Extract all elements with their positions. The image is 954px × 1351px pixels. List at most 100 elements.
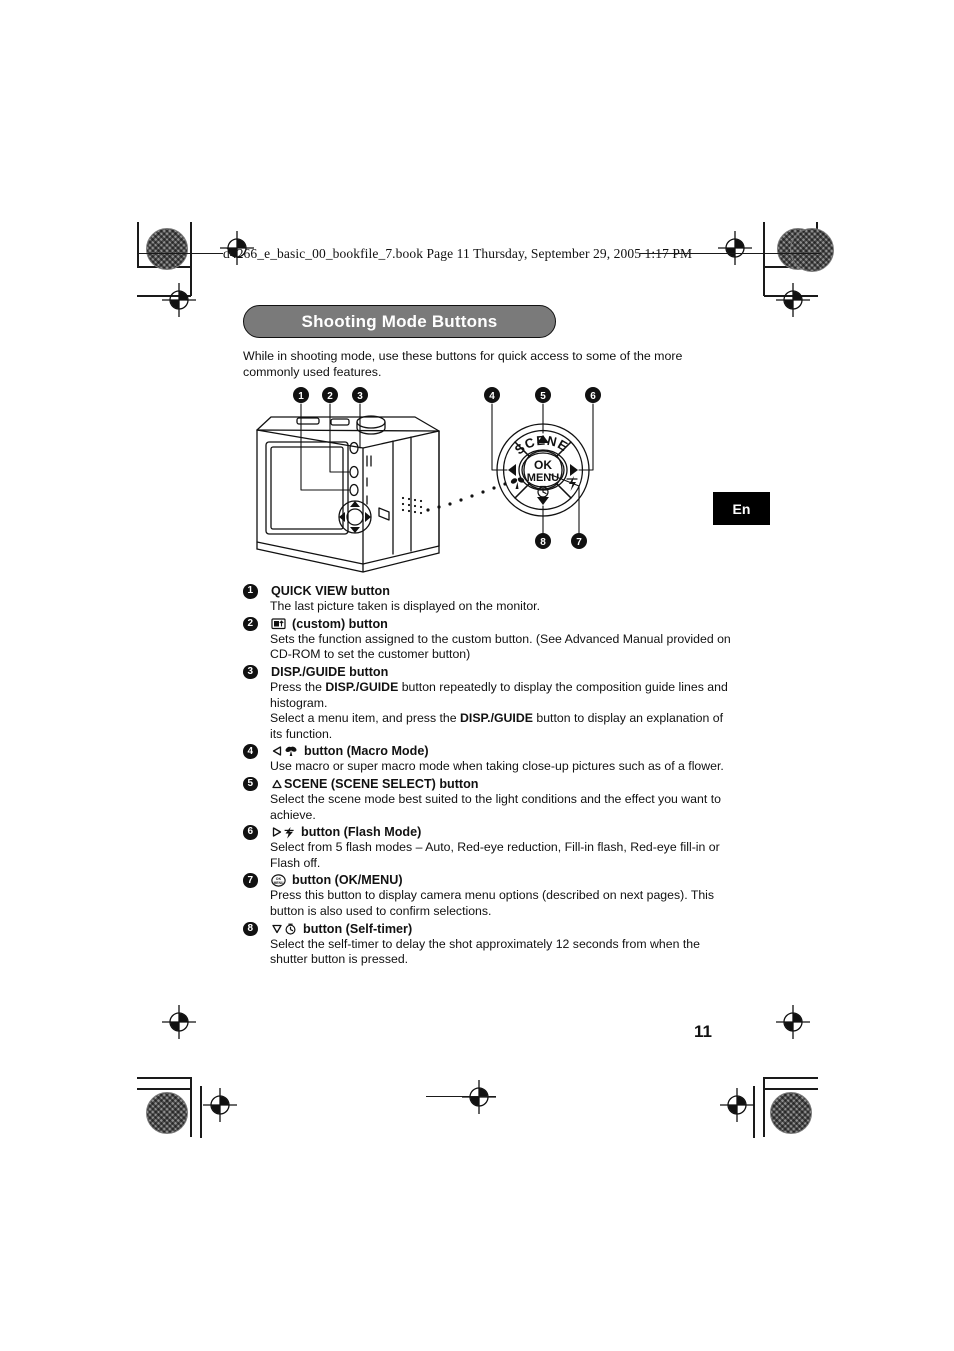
item-body-3a: Press the DISP./GUIDE button repeatedly …	[270, 680, 736, 711]
list-item-4: 4 button (Macro Mode) Use macro or super…	[243, 743, 724, 775]
crop-mark	[190, 1077, 192, 1137]
list-item-7: 7 OK MENU button (OK/MENU) Press this but…	[243, 872, 714, 919]
halftone-dot	[770, 1092, 812, 1134]
svg-text:6: 6	[590, 391, 596, 402]
macro-flower-icon	[510, 477, 525, 490]
list-item-3: 3 DISP./GUIDE button Press the DISP./GUI…	[243, 664, 728, 742]
page-title: Shooting Mode Buttons	[301, 311, 498, 331]
print-header-slug: d4266_e_basic_00_bookfile_7.book Page 11…	[223, 246, 693, 261]
registration-target	[776, 283, 810, 317]
custom-button-icon	[271, 617, 286, 630]
page-number: 11	[694, 1022, 712, 1041]
svg-text:2: 2	[327, 391, 333, 402]
svg-text:SCENE: SCENE	[512, 433, 571, 458]
registration-target	[720, 1088, 754, 1122]
item-heading-text: QUICK VIEW button	[271, 584, 390, 599]
item-heading-8: button (Self-timer)	[271, 921, 713, 937]
item-heading-5: SCENE (SCENE SELECT) button	[271, 776, 713, 792]
body-pre: Select a menu item, and press the	[270, 711, 461, 726]
registration-target	[203, 1088, 237, 1122]
control-pad-detail: SCENE OK MENU	[496, 423, 590, 517]
svg-text:5: 5	[540, 391, 546, 402]
registration-target	[162, 283, 196, 317]
list-item-2: 2 (custom) button Sets the function assi…	[243, 616, 731, 663]
badge-1: 1	[243, 584, 258, 599]
crop-mark	[763, 1077, 765, 1137]
svg-text:OK: OK	[534, 458, 552, 472]
item-heading-text: button (OK/MENU)	[292, 873, 403, 888]
ok-menu-button-icon: OK MENU	[271, 874, 286, 887]
badge-7: 7	[243, 873, 258, 888]
list-item-1: 1 QUICK VIEW button The last picture tak…	[243, 583, 713, 615]
halftone-dot	[146, 1092, 188, 1134]
self-timer-icon	[284, 922, 297, 935]
svg-text:MENU: MENU	[274, 881, 284, 885]
slug-rule	[137, 253, 223, 255]
crop-mark	[137, 1077, 192, 1079]
item-heading-2: (custom) button	[271, 616, 713, 632]
crop-mark	[200, 1086, 202, 1138]
badge-5: 5	[243, 776, 258, 792]
slug-rule	[640, 253, 820, 255]
item-body-6: Select from 5 flash modes – Auto, Red-ey…	[270, 840, 720, 870]
camera-figure: 1 2 3 4 5 6 8 7 SCENE OK MENU	[243, 386, 713, 581]
button-list: 1 QUICK VIEW button The last picture tak…	[243, 583, 731, 968]
crop-mark	[763, 222, 765, 296]
crop-mark	[137, 222, 139, 268]
list-item-8: 8 button (Self-timer) Select the self-ti…	[243, 921, 713, 968]
item-heading-4: button (Macro Mode)	[271, 743, 713, 759]
body-pre: Press the	[270, 679, 326, 694]
section-title-banner: Shooting Mode Buttons	[243, 305, 556, 338]
svg-text:8: 8	[540, 537, 546, 548]
halftone-dot	[146, 228, 188, 270]
crop-mark	[763, 1088, 818, 1090]
item-body-2: Sets the function assigned to the custom…	[270, 631, 731, 662]
registration-target	[718, 231, 752, 265]
crop-mark	[137, 1088, 192, 1090]
intro-paragraph: While in shooting mode, use these button…	[243, 349, 683, 379]
item-heading-text: SCENE (SCENE SELECT) button	[284, 776, 479, 791]
svg-text:MENU: MENU	[527, 472, 559, 484]
list-item-5: 5 SCENE (SCENE SELECT) button Select the…	[243, 776, 721, 823]
triangle-right-icon	[271, 826, 283, 838]
language-tab: En	[713, 492, 770, 525]
callout-badges: 1 2 3 4 5 6 8 7	[293, 387, 601, 550]
macro-flower-icon	[284, 745, 298, 757]
item-body-5: Select the scene mode best suited to the…	[270, 791, 721, 822]
item-heading-text: button (Flash Mode)	[301, 825, 422, 840]
item-body-3b: Select a menu item, and press the DISP./…	[270, 711, 736, 742]
item-body-8: Select the self-timer to delay the shot …	[270, 936, 700, 967]
item-heading-7: OK MENU button (OK/MENU)	[271, 872, 713, 888]
flash-bolt-icon	[284, 826, 295, 839]
camera-illustration: 1 2 3 4 5 6 8 7 SCENE OK MENU	[256, 387, 601, 573]
triangle-down-icon	[271, 923, 283, 935]
item-heading-6: button (Flash Mode)	[271, 824, 713, 840]
item-heading-3: DISP./GUIDE button	[271, 664, 713, 680]
badge-2: 2	[243, 616, 258, 632]
item-heading-text: button (Self-timer)	[303, 921, 413, 936]
crop-mark	[763, 1077, 818, 1079]
svg-text:1: 1	[298, 391, 304, 402]
svg-text:3: 3	[357, 391, 363, 402]
badge-6: 6	[243, 825, 258, 840]
badge-4: 4	[243, 744, 258, 759]
item-heading-text: DISP./GUIDE button	[271, 664, 389, 679]
badge-3: 3	[243, 664, 258, 680]
camera-body	[256, 415, 440, 573]
body-bold: DISP./GUIDE	[460, 711, 533, 726]
triangle-up-icon	[271, 778, 283, 790]
registration-target	[776, 1005, 810, 1039]
list-item-6: 6 button (Flash Mode) Select from 5 flas…	[243, 824, 720, 871]
item-body-1: The last picture taken is displayed on t…	[270, 599, 540, 614]
svg-text:4: 4	[489, 391, 495, 402]
item-heading-text: (custom) button	[292, 616, 388, 631]
item-body-7: Press this button to display camera menu…	[270, 888, 715, 918]
registration-target	[162, 1005, 196, 1039]
svg-text:7: 7	[576, 537, 582, 548]
item-heading-1: QUICK VIEW button	[271, 583, 713, 599]
item-body-4: Use macro or super macro mode when takin…	[270, 759, 724, 774]
item-heading-text: button (Macro Mode)	[304, 744, 429, 759]
crop-mark	[426, 1096, 496, 1098]
page-content: Shooting Mode Buttons While in shooting …	[243, 305, 731, 969]
halftone-dot	[790, 228, 834, 272]
